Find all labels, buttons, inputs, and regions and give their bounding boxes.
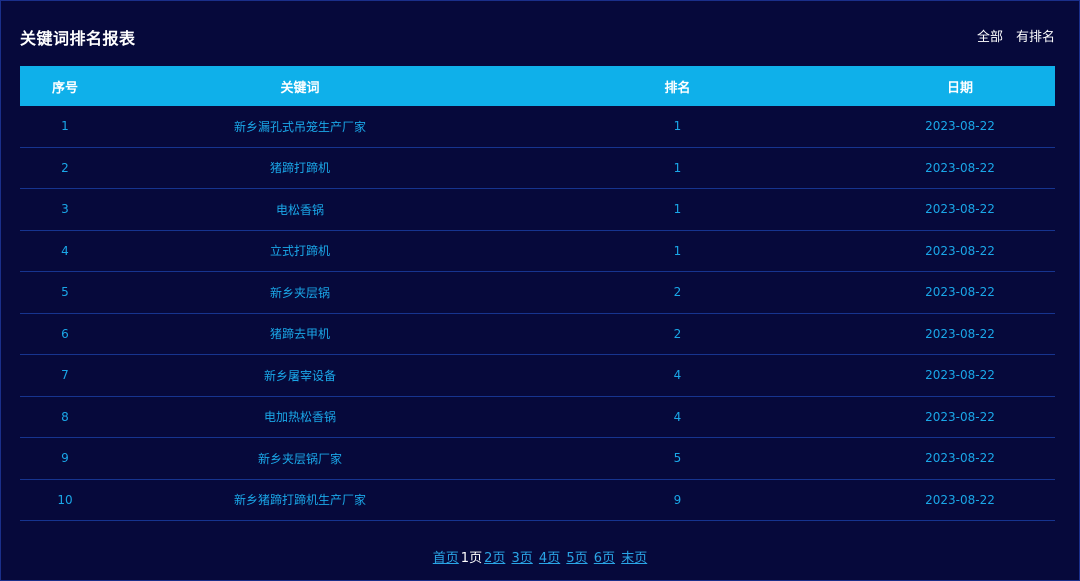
report-panel: 关键词排名报表 全部 有排名 序号 关键词 排名 日期 1 新乡漏孔式吊笼生产厂… [0,0,1080,581]
header-keyword: 关键词 [110,66,490,106]
cell-rank: 2 [490,313,865,355]
cell-rank: 4 [490,354,865,397]
page-link-4[interactable]: 4页 [539,551,560,566]
table-row: 9 新乡夹层锅厂家 5 2023-08-22 [20,437,1055,480]
page-last-link[interactable]: 末页 [621,551,647,566]
cell-date: 2023-08-22 [865,230,1055,272]
cell-index: 3 [20,188,110,231]
pagination: 首页 1页 2页 3页 4页 5页 6页 末页 [1,547,1079,566]
cell-index: 6 [20,313,110,355]
filter-all[interactable]: 全部 [977,26,1003,45]
header-date: 日期 [865,66,1055,106]
cell-date: 2023-08-22 [865,313,1055,355]
page-first-link[interactable]: 首页 [433,551,459,566]
table-row: 7 新乡屠宰设备 4 2023-08-22 [20,354,1055,397]
cell-index: 8 [20,396,110,438]
table-row: 5 新乡夹层锅 2 2023-08-22 [20,271,1055,314]
table-row: 10 新乡猪蹄打蹄机生产厂家 9 2023-08-22 [20,479,1055,521]
cell-date: 2023-08-22 [865,479,1055,521]
page-link-5[interactable]: 5页 [566,551,587,566]
cell-index: 2 [20,147,110,189]
table-row: 8 电加热松香锅 4 2023-08-22 [20,396,1055,438]
cell-index: 4 [20,230,110,272]
cell-keyword: 立式打蹄机 [110,230,490,272]
cell-rank: 1 [490,188,865,231]
cell-rank: 9 [490,479,865,521]
cell-keyword: 猪蹄去甲机 [110,313,490,355]
cell-index: 5 [20,271,110,314]
cell-keyword: 新乡夹层锅厂家 [110,437,490,480]
cell-keyword: 猪蹄打蹄机 [110,147,490,189]
page-current: 1页 [460,551,483,566]
cell-date: 2023-08-22 [865,147,1055,189]
cell-rank: 2 [490,271,865,314]
cell-keyword: 电加热松香锅 [110,396,490,438]
cell-index: 10 [20,479,110,521]
cell-date: 2023-08-22 [865,354,1055,397]
cell-index: 9 [20,437,110,480]
cell-rank: 1 [490,147,865,189]
filter-group: 全部 有排名 [977,26,1055,45]
header-index: 序号 [20,66,110,106]
page-link-3[interactable]: 3页 [512,551,533,566]
cell-date: 2023-08-22 [865,396,1055,438]
cell-index: 1 [20,106,110,148]
cell-rank: 1 [490,106,865,148]
table-row: 1 新乡漏孔式吊笼生产厂家 1 2023-08-22 [20,106,1055,148]
header-rank: 排名 [490,66,865,106]
cell-rank: 5 [490,437,865,480]
cell-rank: 1 [490,230,865,272]
cell-date: 2023-08-22 [865,437,1055,480]
table-row: 2 猪蹄打蹄机 1 2023-08-22 [20,147,1055,189]
cell-keyword: 新乡夹层锅 [110,271,490,314]
filter-ranked[interactable]: 有排名 [1016,26,1055,45]
table-header-row: 序号 关键词 排名 日期 [20,66,1055,106]
page-link-2[interactable]: 2页 [484,551,505,566]
cell-keyword: 新乡屠宰设备 [110,354,490,397]
cell-rank: 4 [490,396,865,438]
cell-date: 2023-08-22 [865,106,1055,148]
table-row: 3 电松香锅 1 2023-08-22 [20,188,1055,231]
cell-keyword: 新乡猪蹄打蹄机生产厂家 [110,479,490,521]
cell-keyword: 新乡漏孔式吊笼生产厂家 [110,106,490,148]
cell-date: 2023-08-22 [865,271,1055,314]
page-title: 关键词排名报表 [20,29,136,48]
ranking-table: 序号 关键词 排名 日期 1 新乡漏孔式吊笼生产厂家 1 2023-08-22 … [20,66,1055,521]
cell-date: 2023-08-22 [865,188,1055,231]
page-link-6[interactable]: 6页 [594,551,615,566]
table-row: 6 猪蹄去甲机 2 2023-08-22 [20,313,1055,355]
cell-index: 7 [20,354,110,397]
table-row: 4 立式打蹄机 1 2023-08-22 [20,230,1055,272]
cell-keyword: 电松香锅 [110,188,490,231]
